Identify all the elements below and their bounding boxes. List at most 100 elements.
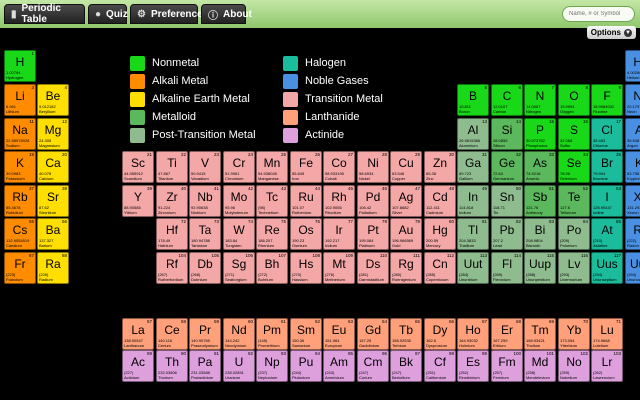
element-la[interactable]: 57 La 138.90547 Lanthanum <box>122 318 154 350</box>
element-mn[interactable]: 25 Mn 54.938045 Manganese <box>256 151 288 183</box>
element-se[interactable]: 34 Se 78.96 Selenium <box>558 151 590 183</box>
element-s[interactable]: 16 S 32.065 Sulfur <box>558 118 590 150</box>
element-ac[interactable]: 89 Ac (227) Actinium <box>122 350 154 382</box>
element-k[interactable]: 19 K 39.0983 Potassium <box>4 151 36 183</box>
element-rn[interactable]: 86Rn(222)Radon <box>625 218 640 250</box>
element-no[interactable]: 102 No (259) Nobelium <box>558 350 590 382</box>
element-cn[interactable]: 112 Cn (285) Copernicium <box>424 252 456 284</box>
element-rg[interactable]: 111 Rg (280) Roentgenium <box>390 252 422 284</box>
element-uut[interactable]: 113 Uut (284) Ununtrium <box>457 252 489 284</box>
element-w[interactable]: 74 W 183.84 Tungsten <box>223 218 255 250</box>
element-rh[interactable]: 45 Rh 102.9055 Rhodium <box>323 185 355 217</box>
element-uup[interactable]: 115 Uup (288) Ununpentium <box>524 252 556 284</box>
element-mt[interactable]: 109 Mt (276) Meitnerium <box>323 252 355 284</box>
tab-preferences[interactable]: ⚙ Preferences <box>130 4 208 24</box>
tab-quiz[interactable]: ● Quiz <box>88 4 128 24</box>
element-re[interactable]: 75 Re 186.207 Rhenium <box>256 218 288 250</box>
element-cl[interactable]: 17 Cl 35.453 Chlorine <box>591 118 623 150</box>
element-ir[interactable]: 77 Ir 192.217 Iridium <box>323 218 355 250</box>
element-eu[interactable]: 63 Eu 151.964 Europium <box>323 318 355 350</box>
element-al[interactable]: 13 Al 26.9815386 Aluminium <box>457 118 489 150</box>
element-zr[interactable]: 40 Zr 91.224 Zirconium <box>156 185 188 217</box>
element-ti[interactable]: 22 Ti 47.867 Titanium <box>156 151 188 183</box>
element-uus[interactable]: 117 Uus (294) Ununseptium <box>591 252 623 284</box>
tab-about[interactable]: ⓘ About <box>201 4 252 24</box>
element-uuo[interactable]: 118Uuo(294)Ununoctium <box>625 252 640 284</box>
element-dy[interactable]: 66 Dy 162.5 Dysprosium <box>424 318 456 350</box>
element-i[interactable]: 53 I 126.90447 Iodine <box>591 185 623 217</box>
element-sn[interactable]: 50 Sn 118.71 Tin <box>491 185 523 217</box>
element-sc[interactable]: 21 Sc 44.955912 Scandium <box>122 151 154 183</box>
element-sm[interactable]: 62 Sm 150.36 Samarium <box>290 318 322 350</box>
element-cf[interactable]: 98 Cf (251) Californium <box>424 350 456 382</box>
search-input[interactable] <box>562 6 635 22</box>
element-si[interactable]: 14 Si 28.0855 Silicon <box>491 118 523 150</box>
element-pu[interactable]: 94 Pu (244) Plutonium <box>290 350 322 382</box>
element-pa[interactable]: 91 Pa 231.03588 Protactinium <box>189 350 221 382</box>
element-li[interactable]: 3 Li 6.941 Lithium <box>4 84 36 116</box>
element-am[interactable]: 95 Am (243) Americium <box>323 350 355 382</box>
element-zn[interactable]: 30 Zn 65.38 Zinc <box>424 151 456 183</box>
element-os[interactable]: 76 Os 190.23 Osmium <box>290 218 322 250</box>
element-tc[interactable]: 43 Tc (98) Technetium <box>256 185 288 217</box>
element-cu[interactable]: 29 Cu 63.546 Copper <box>390 151 422 183</box>
element-fe[interactable]: 26 Fe 55.845 Iron <box>290 151 322 183</box>
element-nb[interactable]: 41 Nb 92.90638 Niobium <box>189 185 221 217</box>
element-as[interactable]: 33 As 74.9216 Arsenic <box>524 151 556 183</box>
element-ds[interactable]: 110 Ds (281) Darmstadtium <box>357 252 389 284</box>
element-fr[interactable]: 87 Fr (223) Francium <box>4 252 36 284</box>
element-er[interactable]: 68 Er 167.259 Erbium <box>491 318 523 350</box>
element-rf[interactable]: 104 Rf (267) Rutherfordium <box>156 252 188 284</box>
element-ba[interactable]: 56 Ba 137.327 Barium <box>37 218 69 250</box>
element-yb[interactable]: 70 Yb 173.054 Ytterbium <box>558 318 590 350</box>
element-hs[interactable]: 108 Hs (270) Hassium <box>290 252 322 284</box>
element-ho[interactable]: 67 Ho 164.93032 Holmium <box>457 318 489 350</box>
element-n[interactable]: 7 N 14.0067 Nitrogen <box>524 84 556 116</box>
element-co[interactable]: 27 Co 58.933195 Cobalt <box>323 151 355 183</box>
element-cr[interactable]: 24 Cr 51.9961 Chromium <box>223 151 255 183</box>
element-po[interactable]: 84 Po (209) Polonium <box>558 218 590 250</box>
element-fm[interactable]: 100 Fm (257) Fermium <box>491 350 523 382</box>
element-he[interactable]: 2He4.002602Helium <box>625 50 640 82</box>
element-ni[interactable]: 28 Ni 58.6934 Nickel <box>357 151 389 183</box>
element-f[interactable]: 9 F 18.9984032 Fluorine <box>591 84 623 116</box>
element-pb[interactable]: 82 Pb 207.2 Lead <box>491 218 523 250</box>
element-in[interactable]: 49 In 114.818 Indium <box>457 185 489 217</box>
element-ne[interactable]: 10Ne20.1797Neon <box>625 84 640 116</box>
element-sr[interactable]: 38 Sr 87.62 Strontium <box>37 185 69 217</box>
element-ga[interactable]: 31 Ga 69.723 Gallium <box>457 151 489 183</box>
element-cs[interactable]: 55 Cs 132.9054519 Caesium <box>4 218 36 250</box>
element-ra[interactable]: 88 Ra (226) Radium <box>37 252 69 284</box>
element-mg[interactable]: 12 Mg 24.305 Magnesium <box>37 118 69 150</box>
element-pr[interactable]: 59 Pr 140.90765 Praseodymium <box>189 318 221 350</box>
element-o[interactable]: 8 O 15.9994 Oxygen <box>558 84 590 116</box>
element-sb[interactable]: 51 Sb 121.76 Antimony <box>524 185 556 217</box>
element-au[interactable]: 79 Au 196.966569 Gold <box>390 218 422 250</box>
element-ag[interactable]: 47 Ag 107.8682 Silver <box>390 185 422 217</box>
element-p[interactable]: 15 P 30.973762 Phosphorus <box>524 118 556 150</box>
element-v[interactable]: 23 V 50.9415 Vanadium <box>189 151 221 183</box>
element-bk[interactable]: 97 Bk (247) Berkelium <box>390 350 422 382</box>
element-be[interactable]: 4 Be 9.012182 Beryllium <box>37 84 69 116</box>
element-ta[interactable]: 73 Ta 180.94788 Tantalum <box>189 218 221 250</box>
element-gd[interactable]: 64 Gd 157.25 Gadolinium <box>357 318 389 350</box>
element-hf[interactable]: 72 Hf 178.49 Hafnium <box>156 218 188 250</box>
element-y[interactable]: 39 Y 88.90585 Yttrium <box>122 185 154 217</box>
element-pt[interactable]: 78 Pt 195.084 Platinum <box>357 218 389 250</box>
element-bh[interactable]: 107 Bh (272) Bohrium <box>256 252 288 284</box>
element-es[interactable]: 99 Es (252) Einsteinium <box>457 350 489 382</box>
element-cm[interactable]: 96 Cm (247) Curium <box>357 350 389 382</box>
element-c[interactable]: 6 C 12.0107 Carbon <box>491 84 523 116</box>
element-br[interactable]: 35 Br 79.904 Bromine <box>591 151 623 183</box>
element-nd[interactable]: 60 Nd 144.242 Neodymium <box>223 318 255 350</box>
element-hg[interactable]: 80 Hg 200.59 Mercury <box>424 218 456 250</box>
element-at[interactable]: 85 At (210) Astatine <box>591 218 623 250</box>
element-np[interactable]: 93 Np (237) Neptunium <box>256 350 288 382</box>
element-rb[interactable]: 37 Rb 85.4678 Rubidium <box>4 185 36 217</box>
element-mo[interactable]: 42 Mo 95.96 Molybdenum <box>223 185 255 217</box>
element-xe[interactable]: 54Xe131.293Xenon <box>625 185 640 217</box>
element-ge[interactable]: 32 Ge 72.64 Germanium <box>491 151 523 183</box>
element-kr[interactable]: 36Kr83.798Krypton <box>625 151 640 183</box>
element-bi[interactable]: 83 Bi 208.9804 Bismuth <box>524 218 556 250</box>
element-tm[interactable]: 69 Tm 168.93421 Thulium <box>524 318 556 350</box>
